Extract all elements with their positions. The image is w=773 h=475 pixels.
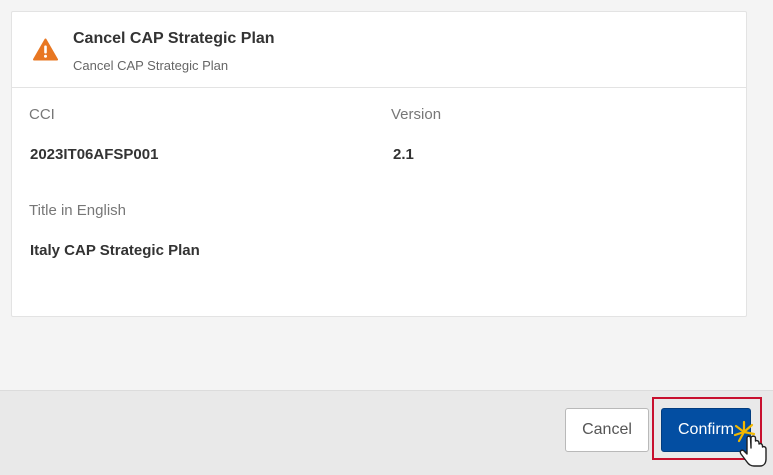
version-value: 2.1 [393,146,414,163]
dialog-header: Cancel CAP Strategic Plan Cancel CAP Str… [12,12,746,88]
hand-pointer-click-icon [733,418,768,468]
cancel-button[interactable]: Cancel [565,408,649,452]
dialog-title: Cancel CAP Strategic Plan [73,30,275,47]
version-label: Version [391,106,442,123]
cci-label: CCI [29,106,55,123]
dialog-subtitle: Cancel CAP Strategic Plan [73,58,229,73]
title-english-value: Italy CAP Strategic Plan [30,242,200,259]
dialog-footer: Cancel Confirm [0,390,773,475]
warning-icon [33,38,58,61]
dialog-body: Cancel CAP Strategic Plan Cancel CAP Str… [0,0,773,390]
details-card: Cancel CAP Strategic Plan Cancel CAP Str… [11,11,747,317]
title-english-label: Title in English [29,202,126,219]
cci-value: 2023IT06AFSP001 [30,146,159,163]
